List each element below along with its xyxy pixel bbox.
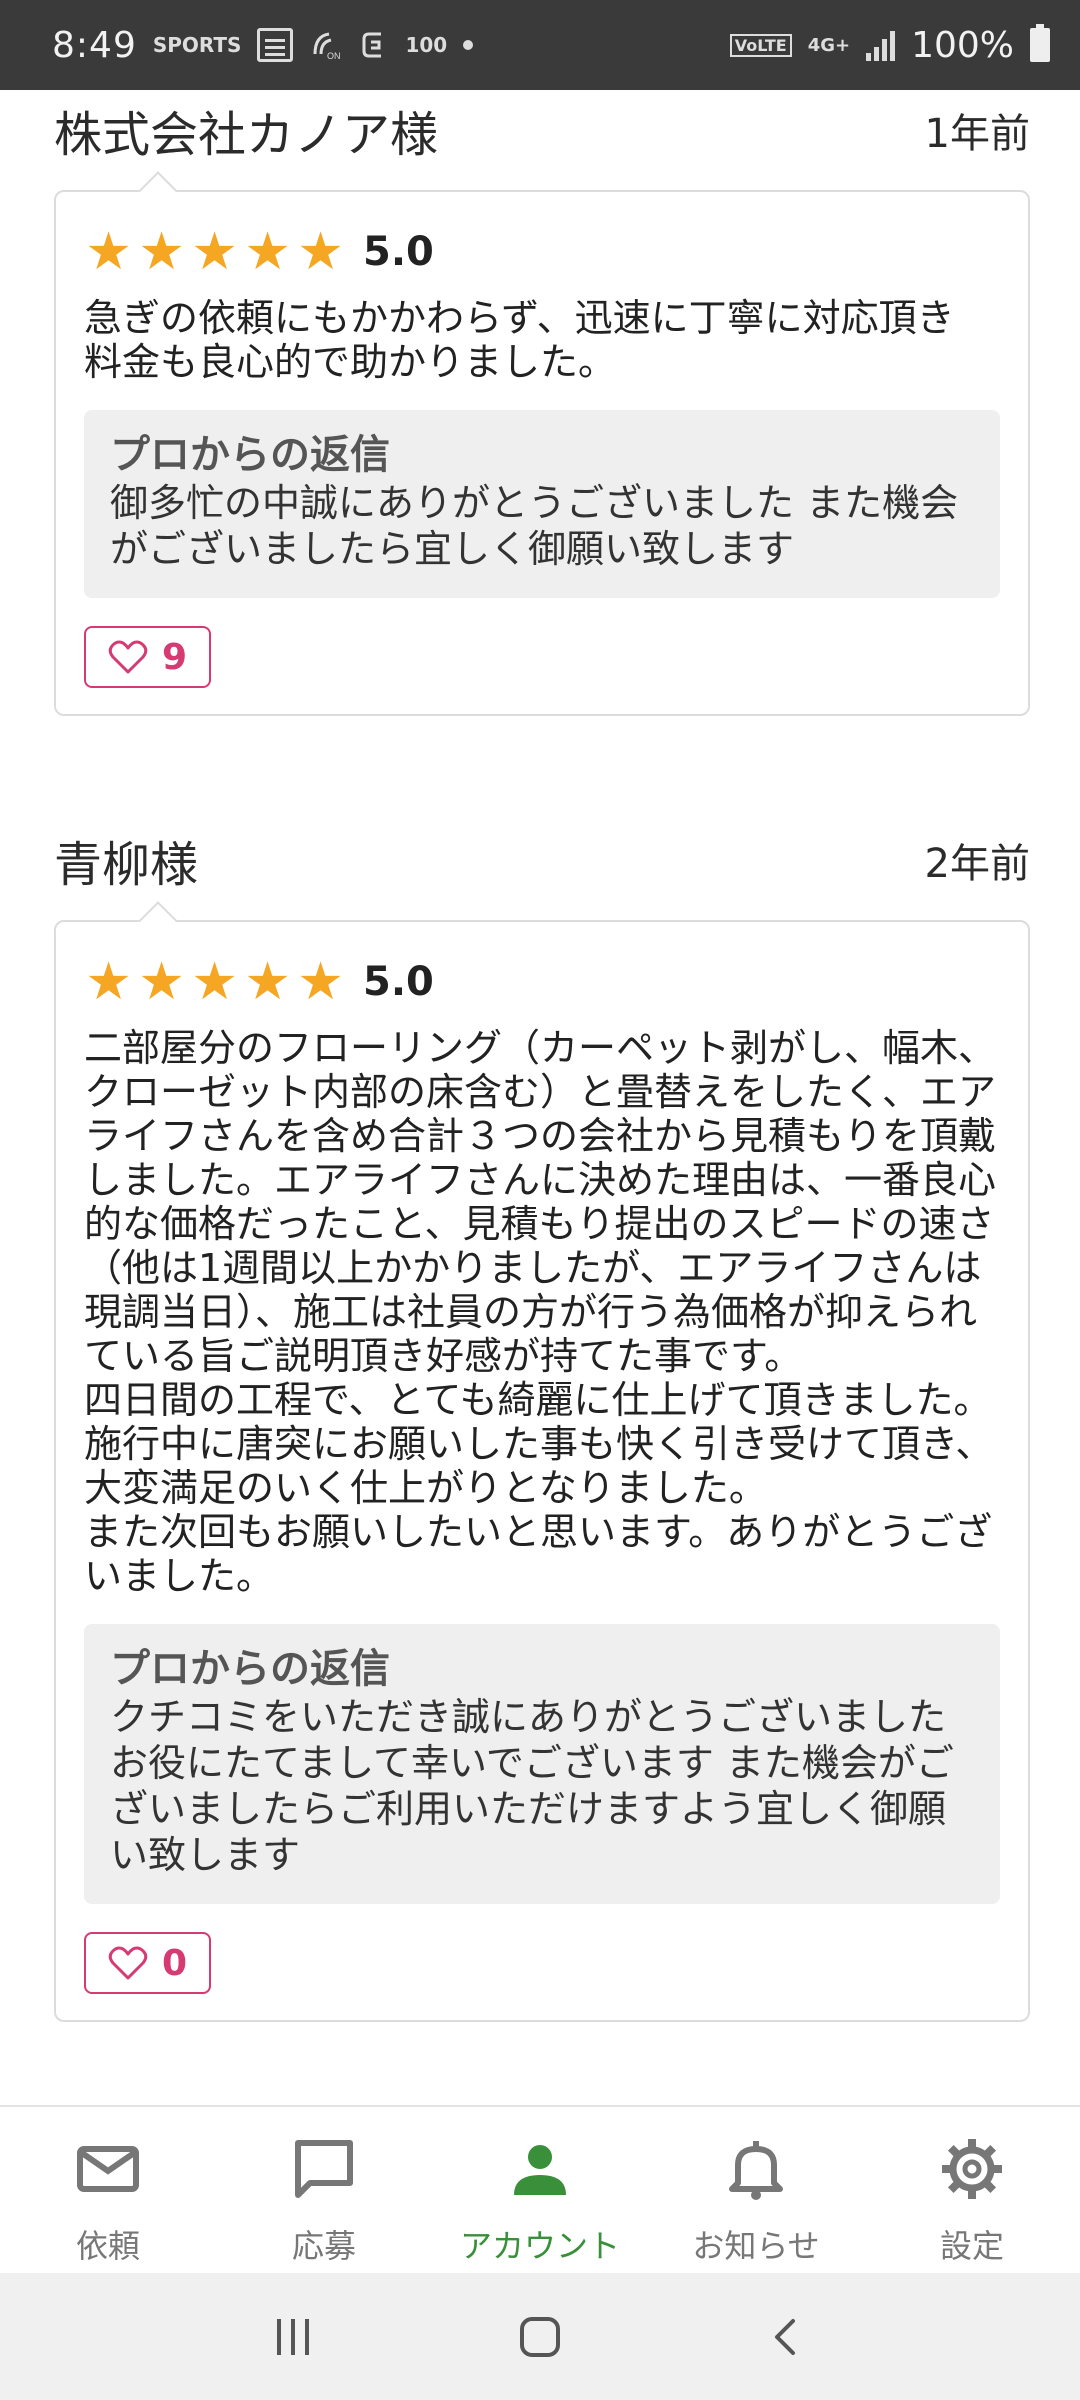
- home-button[interactable]: [510, 2307, 570, 2367]
- reviewer-name: 青柳様: [54, 837, 199, 893]
- more-notifications-dot: [463, 40, 474, 50]
- signal-icon: [866, 29, 896, 61]
- screen: 8:49 SPORTS ON 100 VoLTE 4G+ 100% 株式会社カノ…: [0, 0, 1080, 2400]
- recent-apps-button[interactable]: [263, 2307, 323, 2367]
- star-icon: ★: [297, 952, 344, 1012]
- review-date: 1年前: [924, 111, 1030, 157]
- star-icon: ★: [138, 222, 185, 282]
- nav-item-settings[interactable]: 設定: [864, 2107, 1080, 2273]
- nav-item-notifications[interactable]: お知らせ: [648, 2107, 864, 2273]
- mail-icon: [77, 2146, 139, 2192]
- rating-row: ★ ★ ★ ★ ★ 5.0: [84, 952, 1000, 1012]
- reviews-list[interactable]: 株式会社カノア様 1年前 ★ ★ ★ ★ ★ 5.0 急ぎの依頼にもかかわらず、…: [0, 90, 1080, 2105]
- like-count: 0: [162, 1942, 188, 1984]
- review-header: 株式会社カノア様 1年前: [54, 90, 1030, 170]
- bell-icon: [729, 2141, 783, 2200]
- status-bar-right: VoLTE 4G+ 100%: [729, 24, 1050, 66]
- review-header: 青柳様 2年前: [54, 820, 1030, 900]
- star-icon: ★: [244, 952, 291, 1012]
- nav-item-applications[interactable]: 応募: [216, 2107, 432, 2273]
- review-comment: 二部屋分のフローリング（カーペット剥がし、幅木、クローゼット内部の床含む）と畳替…: [84, 1026, 997, 1598]
- battery-percent: 100%: [911, 24, 1014, 66]
- like-button[interactable]: 0: [84, 1932, 212, 1994]
- rating-score: 5.0: [363, 959, 434, 1005]
- status-bar-left: 8:49 SPORTS ON 100: [52, 24, 474, 66]
- recent-apps-icon: [277, 2318, 310, 2355]
- back-icon: [774, 2318, 795, 2355]
- notification-count: 100: [405, 33, 448, 57]
- bottom-nav: 依頼 応募 アカウント お知らせ 設定: [0, 2105, 1080, 2273]
- nav-label: 設定: [939, 2227, 1004, 2265]
- nav-label: 応募: [291, 2227, 356, 2265]
- star-icon: ★: [191, 952, 238, 1012]
- star-icon: ★: [85, 222, 132, 282]
- review-item: 青柳様 2年前 ★ ★ ★ ★ ★ 5.0 二部屋分のフローリング（カーペット剥…: [54, 820, 1030, 2022]
- star-icon: ★: [244, 222, 291, 282]
- pro-reply: プロからの返信 御多忙の中誠にありがとうございました また機会がございましたら宜…: [84, 410, 1000, 598]
- nfc-icon: ON: [313, 32, 341, 61]
- status-time: 8:49: [52, 24, 137, 66]
- app-icon: [362, 32, 382, 58]
- sports-news-icon: SPORTS: [152, 33, 242, 57]
- rating-score: 5.0: [363, 229, 434, 275]
- review-card: ★ ★ ★ ★ ★ 5.0 急ぎの依頼にもかかわらず、迅速に丁寧に対応頂き 料金…: [54, 190, 1030, 716]
- status-bar: 8:49 SPORTS ON 100 VoLTE 4G+ 100%: [0, 0, 1080, 90]
- back-button[interactable]: [757, 2307, 817, 2367]
- rating-row: ★ ★ ★ ★ ★ 5.0: [84, 222, 1000, 282]
- star-rating: ★ ★ ★ ★ ★: [84, 956, 345, 1008]
- reviewer-name: 株式会社カノア様: [54, 107, 439, 163]
- reply-title: プロからの返信: [110, 1646, 390, 1692]
- star-icon: ★: [191, 222, 238, 282]
- pro-reply: プロからの返信 クチコミをいただき誠にありがとうございました お役にたてまして幸…: [84, 1624, 1000, 1904]
- review-comment: 急ぎの依頼にもかかわらず、迅速に丁寧に対応頂き 料金も良心的で助かりました。: [84, 296, 955, 384]
- heart-icon: [108, 1946, 148, 1980]
- star-icon: ★: [85, 952, 132, 1012]
- heart-icon: [108, 640, 148, 674]
- star-icon: ★: [297, 222, 344, 282]
- network-type: 4G+: [807, 34, 851, 56]
- nav-label: お知らせ: [692, 2227, 820, 2265]
- like-count: 9: [162, 636, 188, 678]
- review-card: ★ ★ ★ ★ ★ 5.0 二部屋分のフローリング（カーペット剥がし、幅木、クロ…: [54, 920, 1030, 2022]
- reply-text: 御多忙の中誠にありがとうございました また機会がございましたら宜しく御願い致しま…: [110, 481, 959, 571]
- star-rating: ★ ★ ★ ★ ★: [84, 226, 345, 278]
- reply-text: クチコミをいただき誠にありがとうございました お役にたてまして幸いでございます …: [110, 1695, 954, 1877]
- person-icon: [514, 2145, 566, 2195]
- home-icon: [519, 2316, 560, 2357]
- battery-icon: [1030, 24, 1050, 62]
- star-icon: ★: [138, 952, 185, 1012]
- calendar-icon: [257, 28, 294, 62]
- svg-text:ON: ON: [327, 51, 341, 61]
- nav-item-account[interactable]: アカウント: [432, 2107, 648, 2273]
- nav-item-requests[interactable]: 依頼: [0, 2107, 216, 2273]
- system-nav-bar: [0, 2273, 1080, 2400]
- volte-icon: VoLTE: [729, 33, 792, 57]
- nav-label: アカウント: [459, 2227, 620, 2265]
- chat-bubble-icon: [295, 2140, 353, 2198]
- review-date: 2年前: [924, 841, 1030, 887]
- like-button[interactable]: 9: [84, 626, 212, 688]
- reply-title: プロからの返信: [110, 432, 390, 478]
- review-item: 株式会社カノア様 1年前 ★ ★ ★ ★ ★ 5.0 急ぎの依頼にもかかわらず、…: [54, 90, 1030, 716]
- gear-icon: [942, 2139, 1002, 2199]
- nav-label: 依頼: [75, 2227, 140, 2265]
